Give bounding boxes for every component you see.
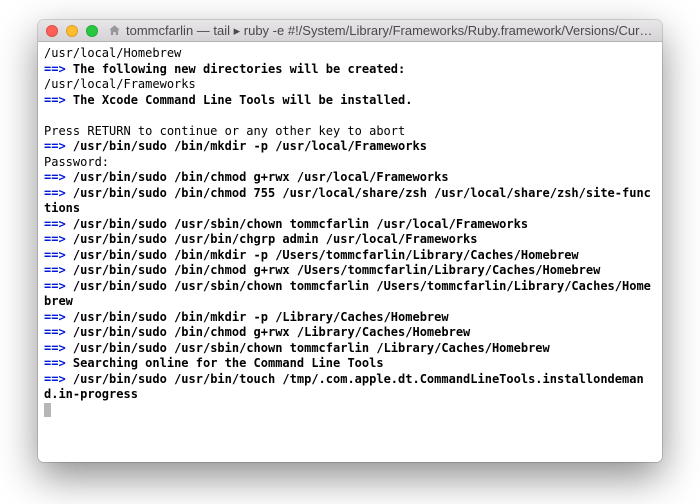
- arrow-indicator: ==>: [44, 372, 66, 386]
- home-icon: [108, 24, 121, 37]
- terminal-text: /usr/bin/sudo /usr/sbin/chown tommcfarli…: [73, 217, 528, 231]
- zoom-button[interactable]: [86, 25, 98, 37]
- terminal-text: The following new directories will be cr…: [73, 62, 405, 76]
- terminal-text: /usr/bin/sudo /usr/bin/chgrp admin /usr/…: [73, 232, 478, 246]
- terminal-line: ==> /usr/bin/sudo /bin/chmod 755 /usr/lo…: [44, 186, 656, 217]
- terminal-cursor-line: [44, 403, 656, 419]
- terminal-line: ==> /usr/bin/sudo /bin/mkdir -p /Users/t…: [44, 248, 656, 264]
- arrow-indicator: ==>: [44, 139, 66, 153]
- terminal-text: /usr/bin/sudo /bin/chmod g+rwx /usr/loca…: [73, 170, 449, 184]
- terminal-text: /usr/bin/sudo /bin/chmod g+rwx /Users/to…: [73, 263, 600, 277]
- terminal-line: Press RETURN to continue or any other ke…: [44, 124, 656, 140]
- terminal-line: ==> The following new directories will b…: [44, 62, 656, 78]
- window-title: tommcfarlin — tail ▸ ruby -e #!/System/L…: [126, 23, 654, 39]
- terminal-line: ==> /usr/bin/sudo /bin/chmod g+rwx /User…: [44, 263, 656, 279]
- terminal-line: /usr/local/Homebrew: [44, 46, 656, 62]
- arrow-indicator: ==>: [44, 263, 66, 277]
- terminal-line: ==> /usr/bin/sudo /usr/bin/chgrp admin /…: [44, 232, 656, 248]
- terminal-text: /usr/bin/sudo /usr/bin/touch /tmp/.com.a…: [44, 372, 644, 402]
- terminal-line: Password:: [44, 155, 656, 171]
- terminal-line: ==> /usr/bin/sudo /bin/chmod g+rwx /Libr…: [44, 325, 656, 341]
- terminal-text: /usr/bin/sudo /bin/mkdir -p /Library/Cac…: [73, 310, 449, 324]
- arrow-indicator: ==>: [44, 356, 66, 370]
- terminal-line: ==> Searching online for the Command Lin…: [44, 356, 656, 372]
- terminal-text: /usr/bin/sudo /bin/mkdir -p /Users/tommc…: [73, 248, 579, 262]
- terminal-line: /usr/local/Frameworks: [44, 77, 656, 93]
- terminal-text: The Xcode Command Line Tools will be ins…: [73, 93, 413, 107]
- arrow-indicator: ==>: [44, 170, 66, 184]
- terminal-content[interactable]: /usr/local/Homebrew==> The following new…: [38, 42, 662, 462]
- terminal-text: /usr/bin/sudo /bin/chmod g+rwx /Library/…: [73, 325, 470, 339]
- terminal-text: /usr/bin/sudo /bin/mkdir -p /usr/local/F…: [73, 139, 427, 153]
- terminal-line: ==> /usr/bin/sudo /usr/sbin/chown tommcf…: [44, 279, 656, 310]
- terminal-line: ==> /usr/bin/sudo /usr/sbin/chown tommcf…: [44, 217, 656, 233]
- terminal-text: /usr/bin/sudo /usr/sbin/chown tommcfarli…: [73, 341, 550, 355]
- terminal-line: ==> /usr/bin/sudo /usr/sbin/chown tommcf…: [44, 341, 656, 357]
- minimize-button[interactable]: [66, 25, 78, 37]
- arrow-indicator: ==>: [44, 310, 66, 324]
- arrow-indicator: ==>: [44, 62, 66, 76]
- terminal-line: ==> /usr/bin/sudo /bin/mkdir -p /usr/loc…: [44, 139, 656, 155]
- terminal-line: ==> The Xcode Command Line Tools will be…: [44, 93, 656, 109]
- arrow-indicator: ==>: [44, 93, 66, 107]
- cursor: [44, 403, 51, 417]
- arrow-indicator: ==>: [44, 325, 66, 339]
- close-button[interactable]: [46, 25, 58, 37]
- terminal-line: ==> /usr/bin/sudo /bin/mkdir -p /Library…: [44, 310, 656, 326]
- terminal-line: ==> /usr/bin/sudo /bin/chmod g+rwx /usr/…: [44, 170, 656, 186]
- terminal-line: ==> /usr/bin/sudo /usr/bin/touch /tmp/.c…: [44, 372, 656, 403]
- arrow-indicator: ==>: [44, 248, 66, 262]
- traffic-lights: [46, 25, 98, 37]
- arrow-indicator: ==>: [44, 279, 66, 293]
- arrow-indicator: ==>: [44, 217, 66, 231]
- terminal-text: /usr/bin/sudo /bin/chmod 755 /usr/local/…: [44, 186, 651, 216]
- arrow-indicator: ==>: [44, 341, 66, 355]
- arrow-indicator: ==>: [44, 186, 66, 200]
- terminal-line: [44, 108, 656, 124]
- titlebar[interactable]: tommcfarlin — tail ▸ ruby -e #!/System/L…: [38, 20, 662, 42]
- arrow-indicator: ==>: [44, 232, 66, 246]
- terminal-text: /usr/bin/sudo /usr/sbin/chown tommcfarli…: [44, 279, 651, 309]
- terminal-window: tommcfarlin — tail ▸ ruby -e #!/System/L…: [38, 20, 662, 462]
- terminal-text: Searching online for the Command Line To…: [73, 356, 384, 370]
- window-title-wrap: tommcfarlin — tail ▸ ruby -e #!/System/L…: [108, 23, 654, 39]
